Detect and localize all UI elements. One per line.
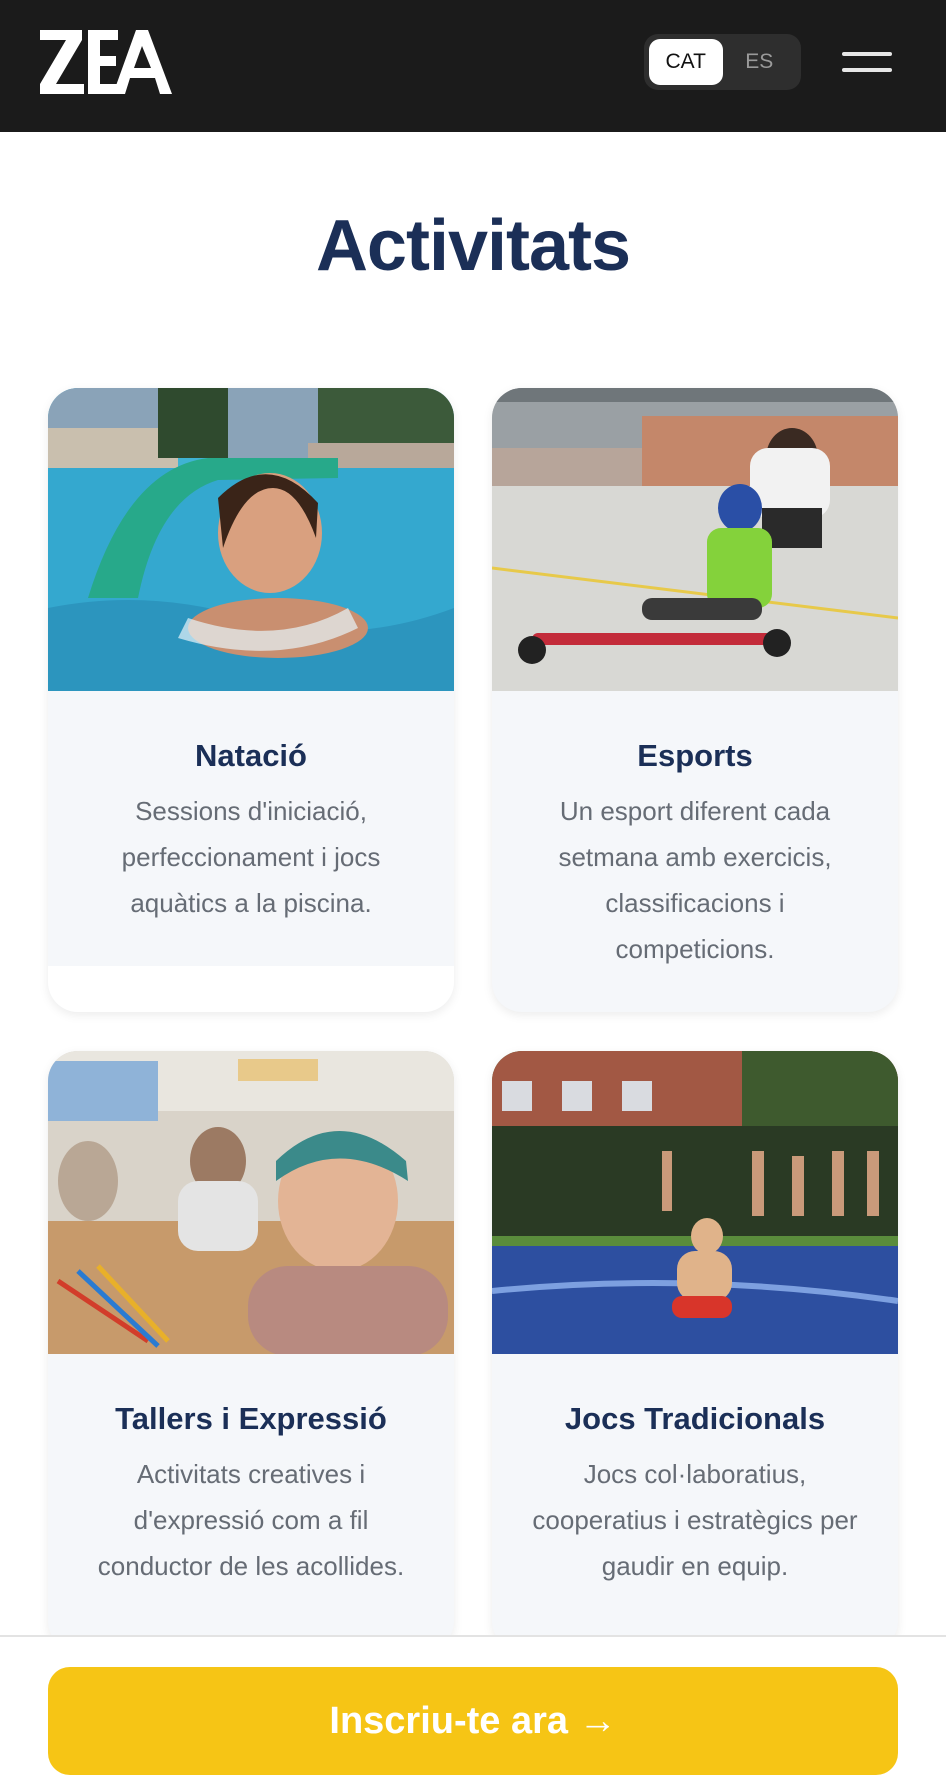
activity-title: Tallers i Expressió <box>115 1401 387 1436</box>
activity-description: Sessions d'iniciació, perfeccionament i … <box>121 796 381 918</box>
site-header: CAT ES <box>0 0 946 132</box>
activity-photo-swimming <box>48 388 454 691</box>
activity-title: Jocs Tradicionals <box>564 1401 826 1436</box>
card-footer <box>48 966 454 1012</box>
activity-photo-workshop <box>48 1051 454 1354</box>
activity-photo-sports <box>492 388 898 691</box>
activity-card-jocs-tradicionals[interactable]: Jocs Tradicionals Jocs col·laboratius, c… <box>492 1051 898 1651</box>
activity-card-tallers[interactable]: Tallers i Expressió Activitats creatives… <box>48 1051 454 1651</box>
signup-cta-bar: Inscriu-te ara → <box>0 1635 946 1775</box>
hamburger-menu-icon[interactable] <box>842 50 894 76</box>
activity-description: Un esport diferent cada setmana amb exer… <box>558 796 832 964</box>
activity-card-esports[interactable]: Esports Un esport diferent cada setmana … <box>492 388 898 1012</box>
lang-cat-button[interactable]: CAT <box>649 39 723 85</box>
activity-title: Natació <box>195 738 307 773</box>
zea-logo[interactable] <box>38 28 174 96</box>
signup-button[interactable]: Inscriu-te ara → <box>48 1667 898 1775</box>
activity-photo-games <box>492 1051 898 1354</box>
activity-description: Jocs col·laboratius, cooperatius i estra… <box>532 1459 858 1581</box>
language-switch: CAT ES <box>644 34 801 90</box>
activity-card-natacio[interactable]: Natació Sessions d'iniciació, perfeccion… <box>48 388 454 1012</box>
activity-description: Activitats creatives i d'expressió com a… <box>97 1459 405 1581</box>
activity-title: Esports <box>637 738 753 773</box>
lang-es-button[interactable]: ES <box>723 39 797 85</box>
page-title: Activitats <box>315 206 631 286</box>
